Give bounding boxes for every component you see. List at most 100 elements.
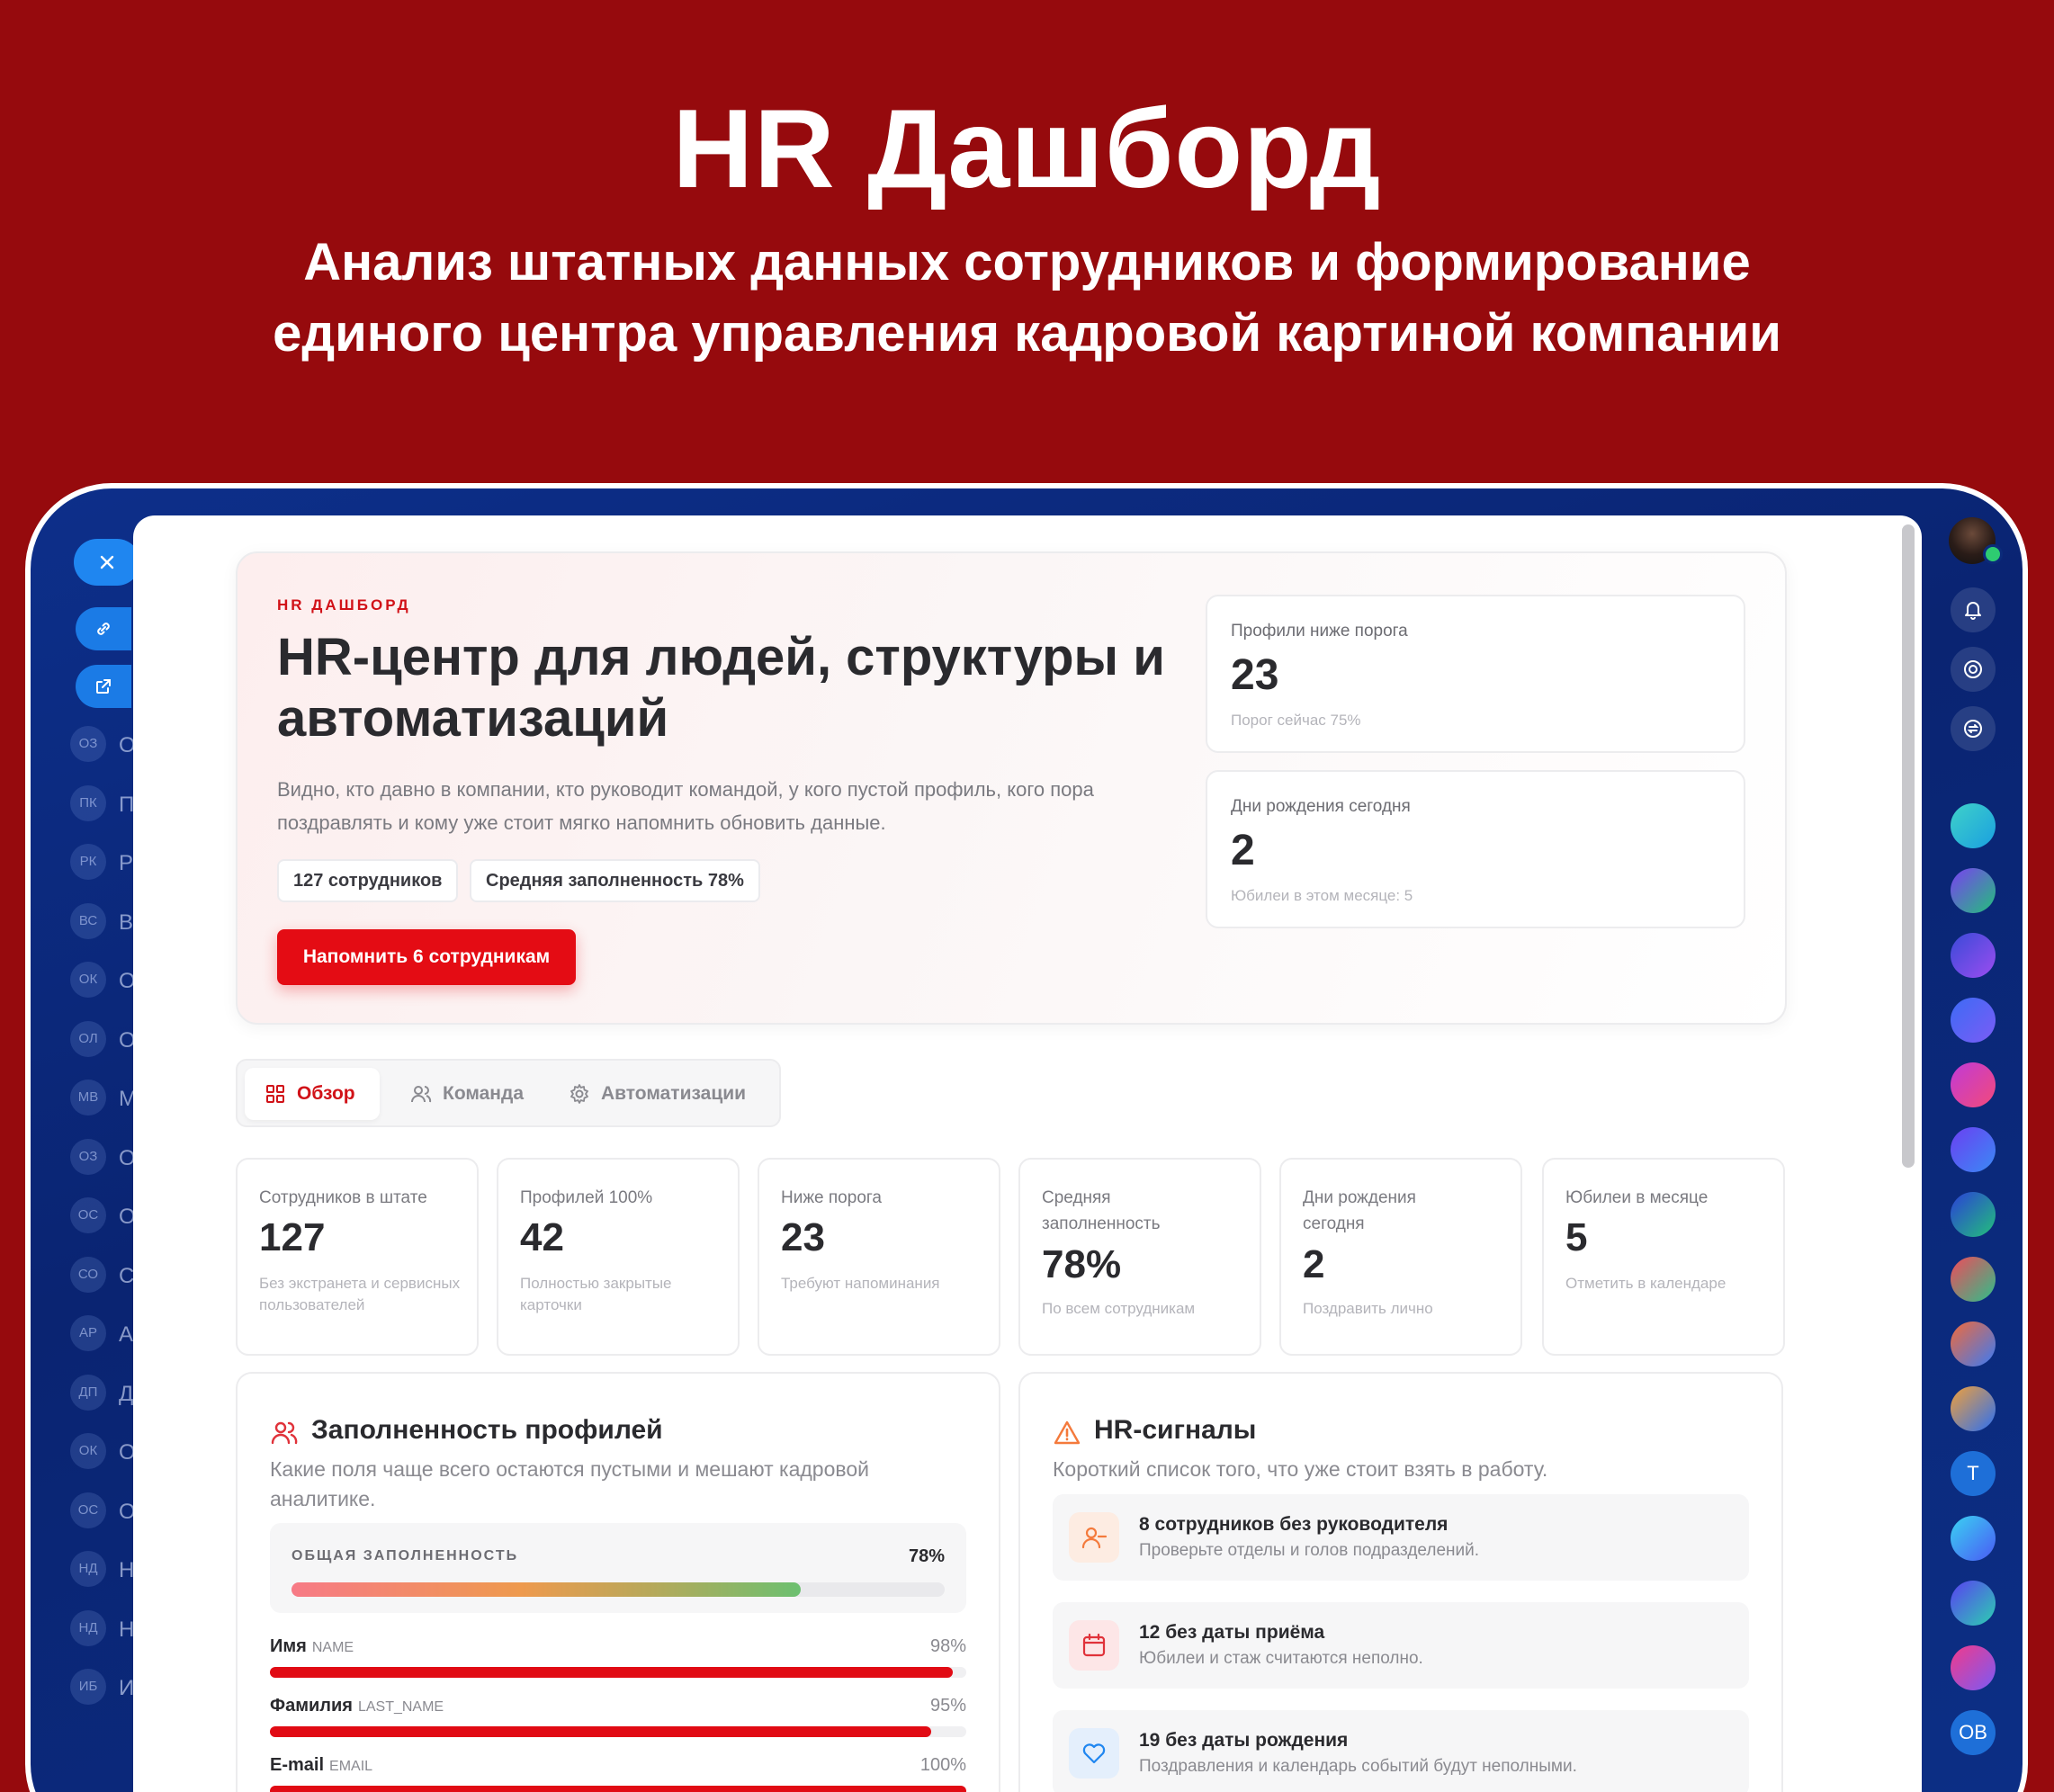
rail-avatar-ov[interactable]: ОВ xyxy=(1951,1710,1996,1755)
grid-icon xyxy=(266,1085,284,1103)
sidebar-item-avatar[interactable]: МВ xyxy=(70,1080,106,1116)
notifications-button[interactable] xyxy=(1951,587,1996,632)
remind-button[interactable]: Напомнить 6 сотрудникам xyxy=(277,929,576,985)
hero-card: HR ДАШБОРД HR-центр для людей, структуры… xyxy=(236,551,1787,1025)
kpi-card-headcount: Сотрудников в штате 127 Без экстранета и… xyxy=(236,1158,479,1356)
sidebar-item-avatar[interactable]: ОЛ xyxy=(70,1020,106,1057)
kpi-label: Профилей 100% xyxy=(520,1188,653,1207)
signal-title: 19 без даты рождения xyxy=(1139,1730,1349,1751)
sidebar-item-avatar[interactable]: НД xyxy=(70,1609,106,1646)
kpi-subtext: Полностью закрытые карточки xyxy=(520,1275,672,1313)
section-title: Заполненность профилей xyxy=(311,1415,663,1445)
kpi-value: 5 xyxy=(1565,1215,1588,1259)
target-icon xyxy=(1964,660,1982,678)
sidebar-item-label[interactable]: Н xyxy=(119,1558,134,1583)
kpi-subtext: Без экстранета и сервисных пользователей xyxy=(259,1275,461,1313)
sidebar-item-label[interactable]: Н xyxy=(119,1617,134,1643)
field-name: Имя NAME xyxy=(270,1636,354,1656)
phone-app-icon[interactable] xyxy=(1951,1257,1996,1302)
sidebar-item-avatar[interactable]: ОК xyxy=(70,962,106,998)
link-icon xyxy=(97,623,110,635)
design-app-icon[interactable] xyxy=(1951,1062,1996,1107)
right-rail: Т ОВ xyxy=(1916,488,2023,1792)
sidebar-item-avatar[interactable]: СО xyxy=(70,1256,106,1293)
overall-progress-fill xyxy=(292,1582,802,1597)
overall-progress-track xyxy=(292,1582,945,1597)
sidebar-item-label[interactable]: П xyxy=(119,793,134,818)
signal-description: Поздравления и календарь событий будут н… xyxy=(1139,1757,1577,1776)
sidebar-item-avatar[interactable]: ОЗ xyxy=(70,726,106,762)
sidebar-item-avatar[interactable]: ОК xyxy=(70,1433,106,1469)
bot-app-icon[interactable] xyxy=(1951,1127,1996,1172)
sidebar-item-avatar[interactable]: ДП xyxy=(70,1374,106,1411)
kpi-value: 42 xyxy=(520,1215,564,1259)
sidebar-item-avatar[interactable]: ПК xyxy=(70,784,106,821)
rail-avatar-t[interactable]: Т xyxy=(1951,1451,1996,1496)
field-progress-fill xyxy=(270,1667,953,1678)
board-app-icon[interactable] xyxy=(1951,1322,1996,1366)
birthdays-card: Дни рождения сегодня 2 Юбилеи в этом мес… xyxy=(1206,770,1745,928)
signal-item[interactable]: 19 без даты рождения Поздравления и кале… xyxy=(1053,1710,1749,1792)
overall-fill-block: ОБЩАЯ ЗАПОЛНЕННОСТЬ 78% xyxy=(270,1523,966,1613)
bars-app-icon[interactable] xyxy=(1951,1386,1996,1431)
field-progress-track xyxy=(270,1786,966,1792)
user-minus-icon xyxy=(1069,1512,1119,1563)
copy-link-button[interactable] xyxy=(76,607,131,650)
kpi-subtext: Требуют напоминания xyxy=(781,1275,940,1292)
field-name: Фамилия LAST_NAME xyxy=(270,1696,444,1716)
sidebar-item-avatar[interactable]: ИБ xyxy=(70,1669,106,1705)
charts-app-icon[interactable] xyxy=(1951,998,1996,1043)
signal-title: 12 без даты приёма xyxy=(1139,1622,1325,1643)
sync-button[interactable] xyxy=(1951,706,1996,751)
analytics-app-icon[interactable] xyxy=(1951,868,1996,913)
sidebar-item-avatar[interactable]: ВС xyxy=(70,902,106,939)
open-external-button[interactable] xyxy=(76,665,131,708)
hearts-app-icon[interactable] xyxy=(1951,1645,1996,1690)
close-button[interactable] xyxy=(74,539,140,586)
kpi-value: 23 xyxy=(781,1215,825,1259)
sidebar-item-avatar[interactable]: ОЗ xyxy=(70,1138,106,1175)
section-description: Короткий список того, что уже стоит взят… xyxy=(1053,1457,1548,1481)
signal-description: Проверьте отделы и голов подразделений. xyxy=(1139,1541,1480,1560)
card-value: 2 xyxy=(1231,827,1255,874)
warning-icon xyxy=(1054,1420,1081,1445)
tasks-app-icon[interactable] xyxy=(1951,1516,1996,1561)
reports-app-icon[interactable] xyxy=(1951,933,1996,978)
promo-subtitle: Анализ штатных данных сотрудников и форм… xyxy=(273,233,1781,363)
sidebar-item-label[interactable]: В xyxy=(119,910,133,936)
sidebar-item-avatar[interactable]: РК xyxy=(70,844,106,880)
field-row-name: Имя NAME 98% xyxy=(270,1636,966,1696)
trend-app-icon[interactable] xyxy=(1951,1581,1996,1626)
scrollbar[interactable] xyxy=(1902,524,1915,1168)
device-frame: ОЗ О ПК П РК Р ВС В ОК О ОЛ О МВ М ОЗ О ОС О СО С АР А ДП Д ОК О О… xyxy=(25,483,2028,1792)
sidebar-item-label[interactable]: Д xyxy=(119,1382,133,1407)
tab-automations[interactable]: Автоматизации xyxy=(549,1068,765,1120)
signal-description: Юбилеи и стаж считаются неполно. xyxy=(1139,1649,1423,1668)
close-icon xyxy=(100,555,114,569)
signal-item[interactable]: 8 сотрудников без руководителя Проверьте… xyxy=(1053,1494,1749,1581)
left-sidebar: ОЗ О ПК П РК Р ВС В ОК О ОЛ О МВ М ОЗ О ОС О СО С АР А ДП Д ОК О О… xyxy=(31,488,140,1792)
sidebar-item-label[interactable]: Р xyxy=(119,851,133,876)
growth-app-icon[interactable] xyxy=(1951,1192,1996,1237)
section-description: Какие поля чаще всего остаются пустыми и… xyxy=(270,1457,869,1510)
sidebar-item-avatar[interactable]: ОС xyxy=(70,1197,106,1233)
signal-item[interactable]: 12 без даты приёма Юбилеи и стаж считают… xyxy=(1053,1602,1749,1689)
field-name: E-mail EMAIL xyxy=(270,1755,373,1775)
target-button[interactable] xyxy=(1951,647,1996,692)
card-label: Профили ниже порога xyxy=(1231,622,1408,641)
sidebar-item-avatar[interactable]: АР xyxy=(70,1315,106,1351)
sidebar-item-label[interactable]: И xyxy=(119,1676,134,1701)
tab-overview[interactable]: Обзор xyxy=(245,1068,380,1120)
card-value: 23 xyxy=(1231,651,1279,699)
sidebar-item-avatar[interactable]: НД xyxy=(70,1551,106,1587)
chat-app-icon[interactable] xyxy=(1951,803,1996,848)
tab-label: Обзор xyxy=(297,1083,355,1104)
tab-team[interactable]: Команда xyxy=(390,1068,534,1120)
sidebar-item-avatar[interactable]: ОС xyxy=(70,1492,106,1528)
calendar-icon xyxy=(1069,1620,1119,1671)
sidebar-item-label[interactable]: А xyxy=(119,1322,133,1348)
card-subtext: Порог сейчас 75% xyxy=(1231,712,1361,729)
kpi-card-birthdays: Дни рождения сегодня 2 Поздравить лично xyxy=(1279,1158,1522,1356)
field-row-last-name: Фамилия LAST_NAME 95% xyxy=(270,1696,966,1755)
sidebar-item-label[interactable]: С xyxy=(119,1264,134,1289)
